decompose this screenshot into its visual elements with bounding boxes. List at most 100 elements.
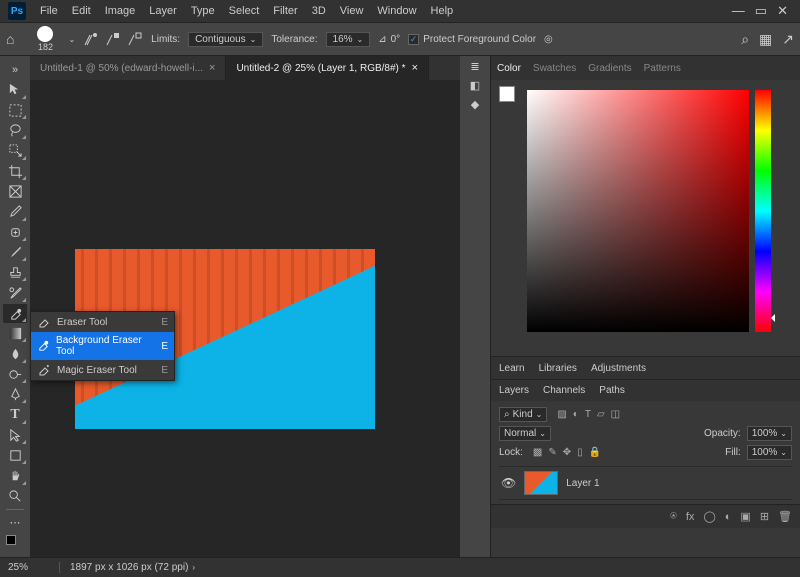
tab-learn[interactable]: Learn — [499, 363, 525, 374]
path-select-tool[interactable] — [3, 426, 27, 445]
lock-trans-icon[interactable]: ▩ — [533, 447, 542, 458]
flyout-item-bg-eraser[interactable]: Background Eraser Tool E — [31, 332, 174, 360]
tab-swatches[interactable]: Swatches — [533, 63, 576, 74]
menu-filter[interactable]: Filter — [267, 2, 303, 20]
color-field[interactable] — [527, 90, 749, 332]
sampling-continuous-icon[interactable] — [83, 31, 99, 47]
filter-shape-icon[interactable]: ▱ — [597, 409, 605, 420]
hand-tool[interactable] — [3, 466, 27, 485]
eyedropper-tool[interactable] — [3, 202, 27, 221]
menu-image[interactable]: Image — [99, 2, 142, 20]
move-tool[interactable] — [3, 80, 27, 99]
document-tab[interactable]: Untitled-2 @ 25% (Layer 1, RGB/8#) * × — [226, 56, 429, 80]
lock-nest-icon[interactable]: ▯ — [577, 447, 583, 458]
layer-filter-select[interactable]: ⌕ Kind ⌄ — [499, 407, 547, 422]
foreground-color-swatch[interactable] — [6, 535, 16, 545]
menu-file[interactable]: File — [34, 2, 64, 20]
tab-color[interactable]: Color — [497, 63, 521, 74]
menu-help[interactable]: Help — [425, 2, 460, 20]
close-icon[interactable]: × — [412, 62, 418, 74]
group-icon[interactable]: ▣ — [740, 510, 750, 523]
filter-adjust-icon[interactable]: ◐ — [573, 409, 579, 420]
brush-tool[interactable] — [3, 243, 27, 262]
color-fg-bg-swatch[interactable] — [499, 86, 521, 112]
lock-all-icon[interactable]: 🔒 — [589, 447, 601, 458]
adjustment-icon[interactable]: ◐ — [725, 511, 732, 523]
protect-fg-checkbox[interactable]: ✓ — [408, 34, 419, 45]
menu-type[interactable]: Type — [185, 2, 221, 20]
layer-thumbnail[interactable] — [524, 471, 558, 495]
history-brush-tool[interactable] — [3, 283, 27, 302]
tab-layers[interactable]: Layers — [499, 385, 529, 396]
edit-toolbar-icon[interactable]: ⋯ — [3, 513, 27, 532]
trash-icon[interactable]: 🗑 — [778, 510, 792, 523]
workspace-icon[interactable]: ▦ — [759, 31, 772, 48]
sampling-bg-icon[interactable] — [127, 31, 143, 47]
frame-tool[interactable] — [3, 182, 27, 201]
healing-tool[interactable] — [3, 223, 27, 242]
status-doc-info[interactable]: 1897 px x 1026 px (72 ppi) › — [60, 562, 205, 573]
filter-type-icon[interactable]: T — [585, 409, 591, 420]
tab-adjustments[interactable]: Adjustments — [591, 363, 646, 374]
document-tab[interactable]: Untitled-1 @ 50% (edward-howell-i... × — [30, 56, 226, 80]
zoom-tool[interactable] — [3, 487, 27, 506]
dock-icon[interactable]: ◆ — [471, 98, 479, 111]
sampling-once-icon[interactable] — [105, 31, 121, 47]
marquee-tool[interactable] — [3, 101, 27, 120]
share-icon[interactable]: ↗ — [782, 31, 794, 48]
layer-name[interactable]: Layer 1 — [566, 478, 599, 489]
dock-icon[interactable]: ◧ — [470, 79, 480, 92]
menu-window[interactable]: Window — [371, 2, 422, 20]
opacity-input[interactable]: 100% ⌄ — [747, 426, 792, 441]
tab-gradients[interactable]: Gradients — [588, 63, 631, 74]
home-icon[interactable]: ⌂ — [6, 31, 14, 47]
chevron-down-icon[interactable]: ⌄ — [68, 35, 75, 44]
angle-value[interactable]: 0° — [391, 34, 401, 45]
tolerance-input[interactable]: 16% ⌄ — [326, 32, 371, 47]
dodge-tool[interactable] — [3, 365, 27, 384]
menu-edit[interactable]: Edit — [66, 2, 97, 20]
crop-tool[interactable] — [3, 162, 27, 181]
lock-paint-icon[interactable]: ✎ — [548, 447, 556, 458]
filter-smart-icon[interactable]: ◫ — [611, 409, 620, 420]
visibility-eye-icon[interactable]: 👁 — [501, 476, 516, 490]
shape-tool[interactable] — [3, 446, 27, 465]
layer-row[interactable]: 👁 Layer 1 — [499, 466, 792, 500]
close-icon[interactable]: × — [209, 62, 215, 74]
window-minimize-button[interactable]: — — [732, 3, 745, 19]
new-layer-icon[interactable]: ⊞ — [760, 510, 769, 523]
blur-tool[interactable] — [3, 344, 27, 363]
tab-channels[interactable]: Channels — [543, 385, 585, 396]
hue-slider[interactable] — [755, 90, 771, 332]
fg-bg-swatches[interactable] — [6, 535, 24, 551]
tab-paths[interactable]: Paths — [599, 385, 625, 396]
limits-select[interactable]: Contiguous ⌄ — [188, 32, 263, 47]
lock-pos-icon[interactable]: ✥ — [563, 447, 571, 458]
tab-patterns[interactable]: Patterns — [644, 63, 681, 74]
menu-view[interactable]: View — [334, 2, 370, 20]
flyout-item-magic-eraser[interactable]: Magic Eraser Tool E — [31, 360, 174, 380]
selection-tool[interactable] — [3, 141, 27, 160]
link-layers-icon[interactable]: ⍟ — [670, 510, 677, 523]
fx-icon[interactable]: fx — [686, 511, 695, 523]
filter-pixel-icon[interactable]: ▨ — [557, 409, 566, 420]
pressure-ring-icon[interactable]: ◎ — [544, 34, 553, 45]
brush-preview[interactable]: 182 — [30, 26, 60, 52]
window-frame-button[interactable]: ▭ — [755, 3, 767, 19]
stamp-tool[interactable] — [3, 263, 27, 282]
search-icon[interactable]: ⌕ — [741, 31, 749, 48]
collapse-arrows-icon[interactable]: » — [3, 60, 27, 79]
tab-libraries[interactable]: Libraries — [539, 363, 577, 374]
fill-input[interactable]: 100% ⌄ — [747, 445, 792, 460]
dock-icon[interactable]: ≣ — [470, 60, 479, 73]
window-close-button[interactable]: ✕ — [777, 3, 788, 19]
lasso-tool[interactable] — [3, 121, 27, 140]
menu-select[interactable]: Select — [223, 2, 266, 20]
type-tool[interactable]: T — [3, 405, 27, 424]
menu-3d[interactable]: 3D — [306, 2, 332, 20]
menu-layer[interactable]: Layer — [143, 2, 183, 20]
mask-icon[interactable]: ◯ — [703, 510, 715, 523]
blend-mode-select[interactable]: Normal ⌄ — [499, 426, 551, 441]
pen-tool[interactable] — [3, 385, 27, 404]
gradient-tool[interactable] — [3, 324, 27, 343]
